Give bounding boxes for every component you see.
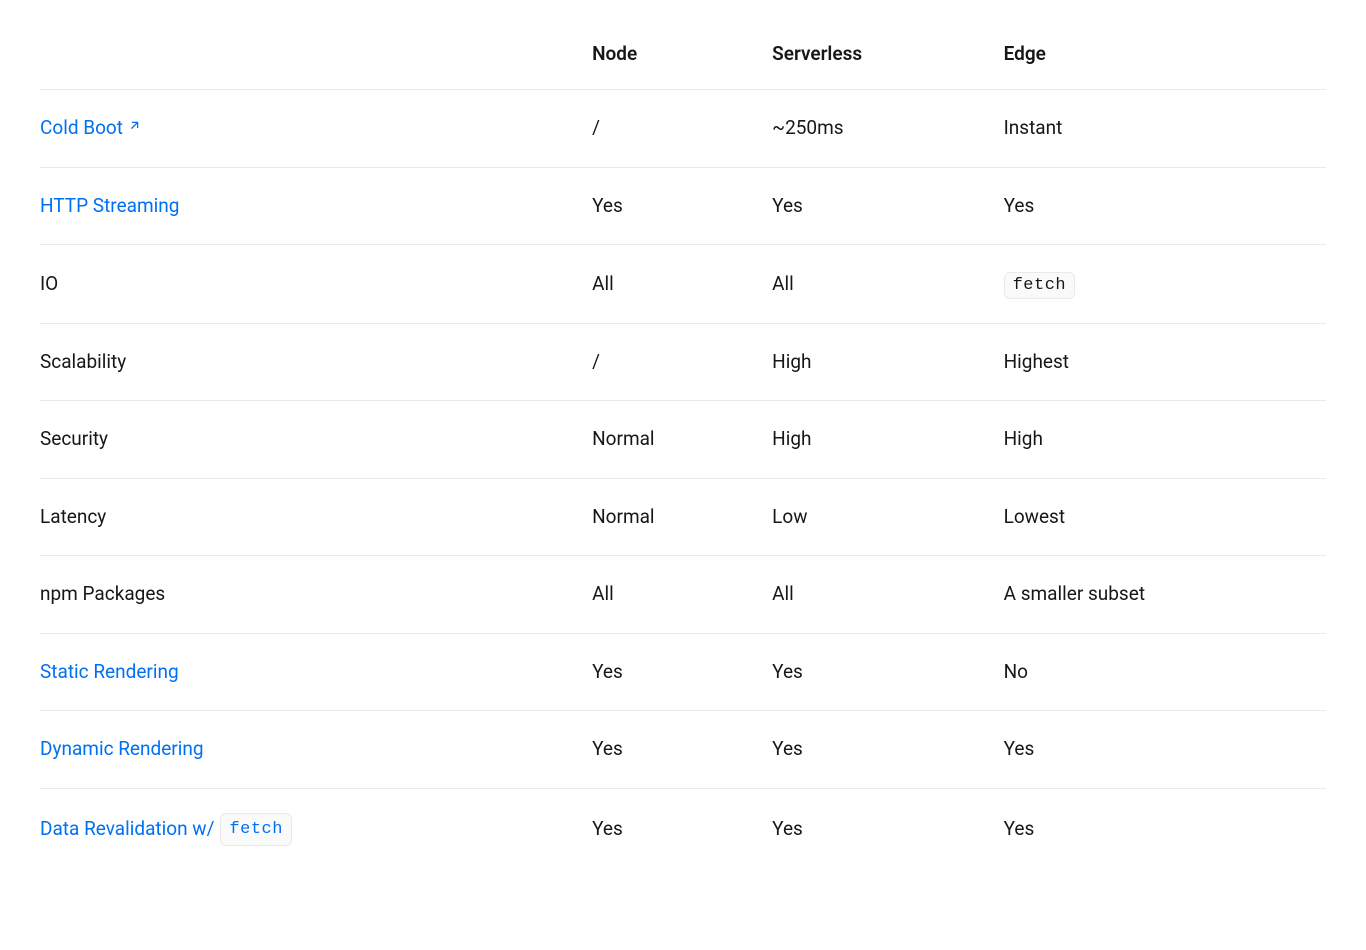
cell-edge: Lowest (992, 478, 1326, 556)
cell-node: Yes (580, 633, 760, 711)
table-row: Scalability / High Highest (40, 323, 1326, 401)
cell-serverless: Yes (760, 711, 991, 789)
cell-node: Yes (580, 167, 760, 245)
cell-text: A smaller subset (1004, 582, 1145, 605)
table-row: Dynamic Rendering Yes Yes Yes (40, 711, 1326, 789)
cell-text: High (1004, 427, 1043, 450)
table-row: npm Packages All All A smaller subset (40, 556, 1326, 634)
row-label-code[interactable]: fetch (220, 813, 292, 847)
cell-text: / (592, 350, 600, 373)
cell-node: Normal (580, 401, 760, 479)
row-label-cell: Data Revalidation w/fetch (40, 788, 580, 870)
cell-text: Yes (772, 194, 803, 217)
table-row: Data Revalidation w/fetch Yes Yes Yes (40, 788, 1326, 870)
cell-serverless: High (760, 401, 991, 479)
row-label-cell: Dynamic Rendering (40, 711, 580, 789)
row-label-link[interactable]: Cold Boot (40, 114, 142, 143)
row-label-link[interactable]: Data Revalidation w/ (40, 815, 214, 844)
cell-text: Instant (1004, 116, 1063, 139)
row-label-cell: HTTP Streaming (40, 167, 580, 245)
cell-text: All (592, 582, 614, 605)
cell-serverless: ~250ms (760, 89, 991, 167)
row-label-cell: Latency (40, 478, 580, 556)
header-serverless: Serverless (760, 20, 991, 89)
cell-text: Yes (772, 737, 803, 760)
cell-text: / (592, 116, 600, 139)
table-header-row: Node Serverless Edge (40, 20, 1326, 89)
cell-text: Normal (592, 505, 654, 528)
row-label-cell: Static Rendering (40, 633, 580, 711)
cell-serverless: Yes (760, 633, 991, 711)
comparison-table: Node Serverless Edge Cold Boot / ~250ms Ins… (40, 20, 1326, 870)
cell-text: Lowest (1004, 505, 1065, 528)
header-empty (40, 20, 580, 89)
cell-node: / (580, 323, 760, 401)
cell-node: Yes (580, 788, 760, 870)
table-row: HTTP Streaming Yes Yes Yes (40, 167, 1326, 245)
row-label-text: Scalability (40, 350, 126, 373)
cell-text: Normal (592, 427, 654, 450)
cell-text: Yes (772, 660, 803, 683)
cell-text: ~250ms (772, 116, 843, 139)
row-label-text: Latency (40, 505, 106, 528)
row-label-link[interactable]: Static Rendering (40, 658, 179, 687)
cell-serverless: Yes (760, 167, 991, 245)
cell-edge: Yes (992, 167, 1326, 245)
table-row: Latency Normal Low Lowest (40, 478, 1326, 556)
row-label-link[interactable]: Dynamic Rendering (40, 735, 204, 764)
cell-code: fetch (1004, 272, 1076, 299)
cell-text: Yes (1004, 737, 1035, 760)
external-link-icon (127, 113, 142, 142)
table-row: Static Rendering Yes Yes No (40, 633, 1326, 711)
cell-edge: fetch (992, 245, 1326, 324)
cell-text: All (772, 272, 794, 295)
cell-text: High (772, 350, 811, 373)
cell-serverless: Yes (760, 788, 991, 870)
row-label-text: IO (40, 272, 58, 295)
cell-text: Yes (1004, 817, 1035, 840)
row-label-cell: Security (40, 401, 580, 479)
cell-edge: Highest (992, 323, 1326, 401)
cell-edge: Instant (992, 89, 1326, 167)
cell-text: Yes (592, 194, 623, 217)
row-label-cell: Scalability (40, 323, 580, 401)
cell-text: Yes (1004, 194, 1035, 217)
cell-serverless: All (760, 556, 991, 634)
cell-serverless: All (760, 245, 991, 324)
cell-node: All (580, 556, 760, 634)
row-label-cell: npm Packages (40, 556, 580, 634)
cell-text: Yes (592, 737, 623, 760)
row-label-link[interactable]: HTTP Streaming (40, 192, 179, 221)
row-label-text: npm Packages (40, 582, 165, 605)
cell-text: Highest (1004, 350, 1069, 373)
table-body: Cold Boot / ~250ms Instant HTTP Streaming Yes… (40, 89, 1326, 870)
header-node: Node (580, 20, 760, 89)
row-label-cell: IO (40, 245, 580, 324)
cell-text: Yes (592, 817, 623, 840)
cell-serverless: High (760, 323, 991, 401)
cell-edge: No (992, 633, 1326, 711)
table-row: IO All All fetch (40, 245, 1326, 324)
row-label-cell: Cold Boot (40, 89, 580, 167)
cell-text: Yes (772, 817, 803, 840)
cell-text: No (1004, 660, 1028, 683)
cell-text: All (772, 582, 794, 605)
cell-edge: High (992, 401, 1326, 479)
cell-node: Normal (580, 478, 760, 556)
cell-serverless: Low (760, 478, 991, 556)
cell-node: Yes (580, 711, 760, 789)
cell-edge: Yes (992, 711, 1326, 789)
cell-edge: A smaller subset (992, 556, 1326, 634)
cell-text: Low (772, 505, 807, 528)
header-edge: Edge (992, 20, 1326, 89)
cell-node: All (580, 245, 760, 324)
cell-text: All (592, 272, 614, 295)
cell-text: Yes (592, 660, 623, 683)
cell-node: / (580, 89, 760, 167)
table-row: Cold Boot / ~250ms Instant (40, 89, 1326, 167)
row-label-text: Security (40, 427, 108, 450)
table-row: Security Normal High High (40, 401, 1326, 479)
cell-edge: Yes (992, 788, 1326, 870)
cell-text: High (772, 427, 811, 450)
